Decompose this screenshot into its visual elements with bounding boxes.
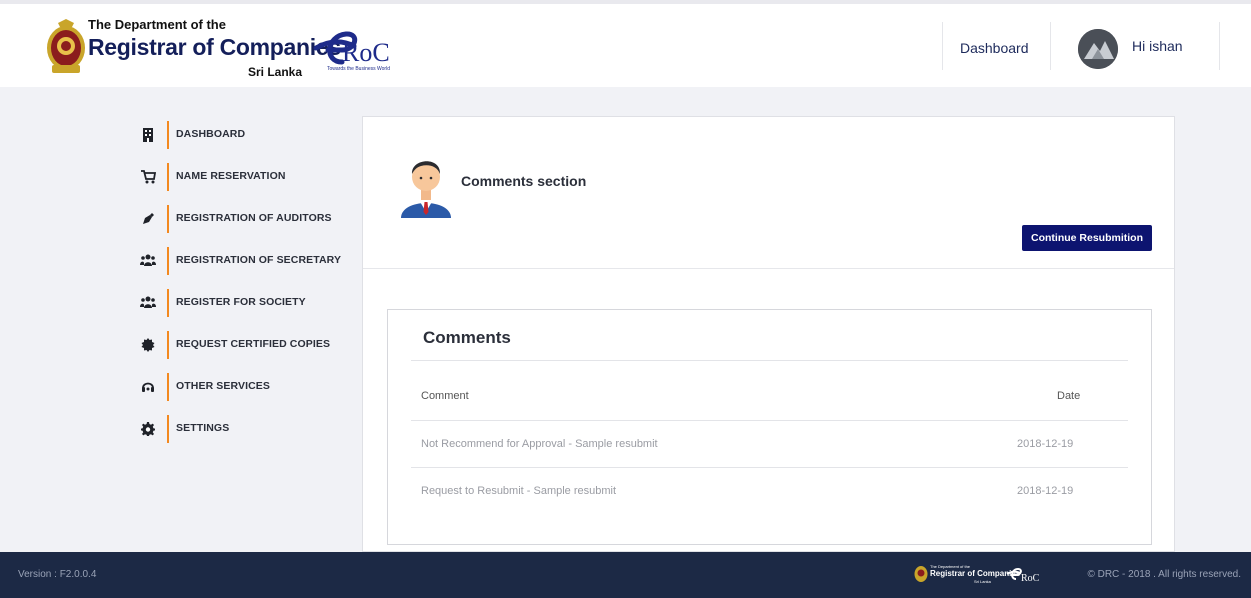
top-header: The Department of the Registrar of Compa…	[0, 0, 1251, 87]
column-header-comment: Comment	[421, 390, 469, 402]
column-header-date: Date	[1057, 390, 1081, 402]
building-icon	[140, 128, 156, 144]
sidebar-item-label: REGISTRATION OF SECRETARY	[176, 254, 342, 266]
pen-icon	[140, 212, 156, 228]
copyright-text: © DRC - 2018 . All rights reserved.	[1087, 569, 1241, 580]
person-avatar-icon	[401, 161, 451, 218]
eroc-tagline: Towards the Business World	[327, 66, 390, 72]
sidebar-item-request-certified-copies[interactable]: REQUEST CERTIFIED COPIES	[140, 331, 350, 361]
sidebar-accent-bar	[167, 415, 169, 443]
sidebar-item-dashboard[interactable]: DASHBOARD	[140, 121, 350, 151]
footer-logo-country-text: Sri Lanka	[974, 579, 991, 584]
cart-icon	[140, 170, 156, 186]
logo-country-text: Sri Lanka	[248, 65, 303, 79]
sidebar-accent-bar	[167, 121, 169, 149]
sidebar-accent-bar	[167, 289, 169, 317]
eroc-logo-text: RoC	[342, 38, 390, 67]
sidebar-item-name-reservation[interactable]: NAME RESERVATION	[140, 163, 350, 193]
table-row-date: 2018-12-19	[1017, 485, 1074, 497]
sidebar-item-registration-of-auditors[interactable]: REGISTRATION OF AUDITORS	[140, 205, 350, 235]
version-text: Version : F2.0.0.4	[18, 569, 97, 580]
section-title: Comments section	[461, 173, 587, 189]
table-row-date: 2018-12-19	[1017, 438, 1074, 450]
header-divider	[411, 420, 1128, 421]
users-icon	[140, 296, 156, 312]
eroc-logo-icon: RoC	[1006, 567, 1040, 584]
logo-registrar-text: Registrar of Companies	[88, 34, 341, 60]
registrar-logo[interactable]: The Department of the Registrar of Compa…	[44, 14, 424, 84]
table-row-comment: Not Recommend for Approval - Sample resu…	[421, 438, 658, 450]
row-divider	[411, 467, 1128, 468]
card-divider	[363, 268, 1174, 269]
sidebar-item-registration-of-secretary[interactable]: REGISTRATION OF SECRETARY	[140, 247, 350, 277]
sidebar-accent-bar	[167, 247, 169, 275]
headset-icon	[140, 380, 156, 396]
sidebar-item-label: REGISTRATION OF AUDITORS	[176, 212, 332, 224]
avatar-image-icon	[1078, 29, 1118, 69]
header-divider	[1219, 22, 1220, 70]
sidebar-item-register-for-society[interactable]: REGISTER FOR SOCIETY	[140, 289, 350, 319]
logo-department-text: The Department of the	[88, 17, 226, 32]
sidebar-item-label: REGISTER FOR SOCIETY	[176, 296, 306, 308]
sidebar-item-label: SETTINGS	[176, 422, 230, 434]
sidebar-item-label: REQUEST CERTIFIED COPIES	[176, 338, 331, 350]
header-divider	[942, 22, 943, 70]
sidebar-item-label: OTHER SERVICES	[176, 380, 270, 392]
sidebar-accent-bar	[167, 205, 169, 233]
header-dashboard-link[interactable]: Dashboard	[960, 40, 1029, 56]
comments-card: Comments section Continue Resubmition Co…	[362, 116, 1175, 552]
users-icon	[140, 254, 156, 270]
table-row-comment: Request to Resubmit - Sample resubmit	[421, 485, 617, 497]
header-divider	[1050, 22, 1051, 70]
sidebar-item-label: NAME RESERVATION	[176, 170, 286, 182]
sidebar-accent-bar	[167, 373, 169, 401]
user-greeting[interactable]: Hi ishan	[1132, 38, 1183, 54]
gear-icon	[140, 422, 156, 438]
footer: Version : F2.0.0.4 The Department of the…	[0, 552, 1251, 598]
continue-resubmission-button[interactable]: Continue Resubmition	[1022, 225, 1152, 251]
sidebar-accent-bar	[167, 163, 169, 191]
title-divider	[411, 360, 1128, 361]
user-avatar[interactable]	[1078, 29, 1118, 69]
footer-eroc-text: RoC	[1021, 573, 1040, 584]
sidebar-item-settings[interactable]: SETTINGS	[140, 415, 350, 445]
certificate-icon	[140, 338, 156, 354]
sidebar-accent-bar	[167, 331, 169, 359]
sri-lanka-emblem-icon	[47, 19, 85, 73]
sidebar-item-other-services[interactable]: OTHER SERVICES	[140, 373, 350, 403]
comments-title: Comments	[423, 328, 511, 347]
sri-lanka-emblem-icon	[914, 566, 928, 582]
footer-logo: The Department of the Registrar of Compa…	[914, 563, 1042, 587]
sidebar-item-label: DASHBOARD	[176, 128, 246, 140]
comments-table-panel: Comments Comment Date Not Recommend for …	[387, 309, 1152, 545]
